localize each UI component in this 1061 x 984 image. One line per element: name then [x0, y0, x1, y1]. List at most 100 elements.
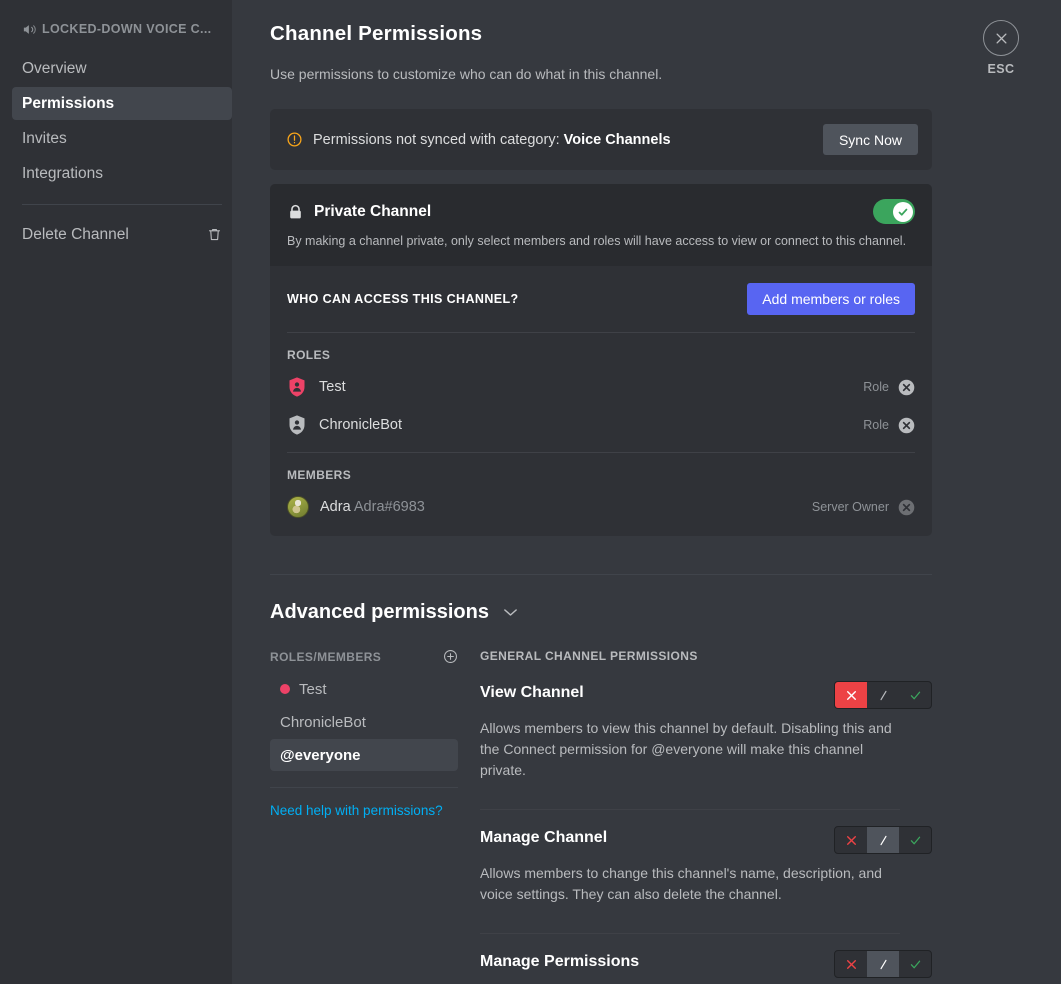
roles-members-label: ROLES/MEMBERS [270, 649, 382, 664]
roles-members-item-label: Test [299, 680, 327, 698]
role-row-chroniclebot: ChronicleBot Role [287, 406, 915, 444]
permissions-help-link[interactable]: Need help with permissions? [270, 803, 443, 818]
role-color-dot [280, 684, 290, 694]
allow-check-icon [910, 691, 920, 699]
chevron-down-icon[interactable] [503, 608, 518, 617]
permission-tristate [834, 681, 932, 709]
divider [480, 809, 900, 810]
roles-section-label: ROLES [287, 348, 331, 362]
permission-neutral-button[interactable] [867, 951, 899, 977]
deny-x-icon [846, 690, 856, 700]
toggle-knob [892, 201, 913, 222]
voice-speaker-icon [23, 24, 36, 34]
settings-modal: LOCKED-DOWN VOICE C... Overview Permissi… [0, 0, 1061, 984]
deny-x-icon [846, 835, 856, 845]
close-button-circle [983, 20, 1019, 56]
channel-name-label: LOCKED-DOWN VOICE C... [42, 22, 212, 36]
sidebar-item-overview[interactable]: Overview [12, 52, 232, 85]
sidebar-item-permissions[interactable]: Permissions [12, 87, 232, 120]
private-channel-title: Private Channel [314, 202, 432, 220]
sidebar-item-invites[interactable]: Invites [12, 122, 232, 155]
sync-banner-text: Permissions not synced with category: Vo… [313, 132, 823, 148]
neutral-slash-icon [879, 959, 887, 969]
role-tag: Role [863, 380, 889, 394]
remove-role-button[interactable] [898, 417, 915, 434]
roles-members-item-everyone[interactable]: @everyone [270, 739, 458, 771]
sync-banner-prefix: Permissions not synced with category: [313, 131, 560, 148]
general-permissions-panel: GENERAL CHANNEL PERMISSIONS View Channel [480, 649, 932, 984]
permission-allow-button[interactable] [899, 682, 931, 708]
warning-icon [287, 132, 302, 147]
sync-banner: Permissions not synced with category: Vo… [270, 109, 932, 170]
close-button-label: ESC [987, 62, 1015, 76]
member-row-adra: Adra Adra#6983 Server Owner [287, 488, 915, 526]
private-channel-description: By making a channel private, only select… [287, 234, 907, 248]
permission-description: Allows members to view this channel by d… [480, 720, 892, 778]
page-subtitle: Use permissions to customize who can do … [270, 66, 663, 82]
member-discriminator: Adra#6983 [353, 499, 425, 515]
member-name: Adra Adra#6983 [320, 499, 425, 515]
settings-main: ESC Channel Permissions Use permissions … [232, 0, 1061, 984]
plus-circle-icon[interactable] [443, 649, 458, 664]
check-icon [898, 208, 907, 216]
neutral-slash-icon [879, 690, 887, 700]
divider [480, 933, 900, 934]
settings-sidebar: LOCKED-DOWN VOICE C... Overview Permissi… [0, 0, 232, 984]
allow-check-icon [910, 960, 920, 968]
remove-member-button [898, 499, 915, 515]
general-permissions-label: GENERAL CHANNEL PERMISSIONS [480, 649, 698, 663]
sidebar-item-delete-channel[interactable]: Delete Channel [12, 218, 232, 251]
close-x-icon [996, 33, 1006, 43]
permission-name: View Channel [480, 684, 584, 701]
lock-icon [290, 204, 301, 218]
permission-view-channel: View Channel Allows members to view this… [480, 681, 932, 795]
private-channel-card: Private Channel By making a channel priv… [270, 184, 932, 536]
permission-description: Allows members to change this channel's … [480, 865, 882, 902]
role-tag: Role [863, 418, 889, 432]
role-name: ChronicleBot [319, 417, 403, 433]
advanced-permissions-header[interactable]: Advanced permissions [270, 601, 932, 624]
permission-name: Manage Channel [480, 829, 608, 846]
remove-role-button[interactable] [898, 379, 915, 396]
roles-members-item-test[interactable]: Test [270, 673, 458, 705]
section-divider [270, 574, 932, 575]
private-channel-toggle[interactable] [873, 199, 915, 224]
permission-manage-channel: Manage Channel Allows members to change … [480, 826, 932, 919]
permission-manage-permissions: Manage Permissions [480, 950, 932, 984]
who-can-access-row: WHO CAN ACCESS THIS CHANNEL? Add members… [287, 266, 915, 332]
roles-members-item-label: @everyone [280, 746, 361, 764]
permission-allow-button[interactable] [899, 827, 931, 853]
role-name: Test [319, 379, 346, 395]
permission-neutral-button[interactable] [867, 827, 899, 853]
delete-channel-label: Delete Channel [22, 225, 129, 243]
member-tag: Server Owner [811, 500, 889, 514]
permission-neutral-button[interactable] [867, 682, 899, 708]
advanced-permissions-title: Advanced permissions [270, 601, 489, 623]
permission-deny-button[interactable] [835, 827, 867, 853]
permission-allow-button[interactable] [899, 951, 931, 977]
roles-members-item-chroniclebot[interactable]: ChronicleBot [270, 706, 458, 738]
deny-x-icon [846, 959, 856, 969]
page-title: Channel Permissions [270, 22, 483, 45]
roles-members-panel: ROLES/MEMBERS Test ChronicleBot @everyon… [270, 649, 480, 984]
private-channel-header: Private Channel By making a channel priv… [270, 184, 932, 266]
avatar [287, 496, 309, 518]
sidebar-divider [22, 204, 222, 205]
permission-deny-button[interactable] [835, 951, 867, 977]
close-button[interactable]: ESC [974, 20, 1028, 76]
role-shield-icon [289, 377, 305, 397]
role-shield-icon [289, 415, 305, 435]
channel-header: LOCKED-DOWN VOICE C... [22, 18, 222, 40]
permission-tristate [834, 826, 932, 854]
sync-banner-category: Voice Channels [563, 131, 671, 148]
permission-deny-button[interactable] [835, 682, 867, 708]
add-members-or-roles-button[interactable]: Add members or roles [747, 283, 915, 315]
members-section-label: MEMBERS [287, 468, 352, 482]
trash-icon [208, 228, 221, 241]
neutral-slash-icon [879, 835, 887, 845]
sidebar-item-integrations[interactable]: Integrations [12, 157, 232, 190]
sync-now-button[interactable]: Sync Now [822, 124, 918, 155]
divider [270, 787, 458, 788]
who-can-access-label: WHO CAN ACCESS THIS CHANNEL? [287, 292, 519, 306]
allow-check-icon [910, 836, 920, 844]
